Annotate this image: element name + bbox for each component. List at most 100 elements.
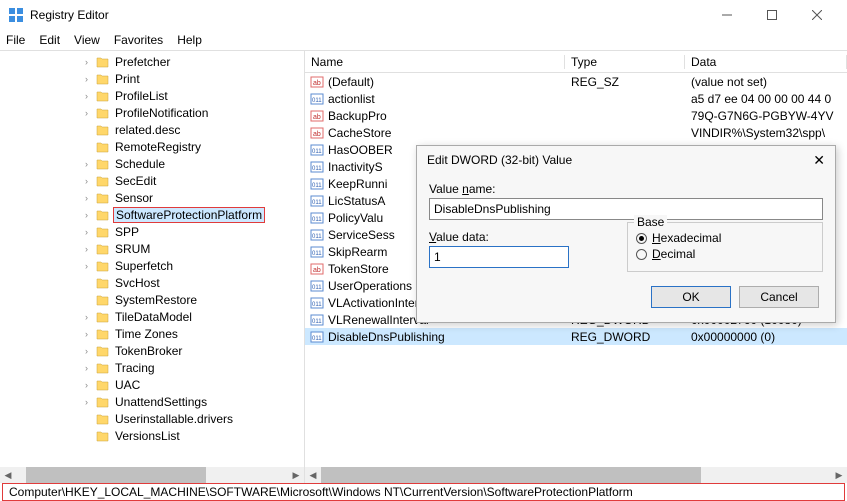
tree-item[interactable]: Userinstallable.drivers — [0, 410, 304, 427]
value-name: BackupPro — [328, 109, 387, 123]
menu-file[interactable]: File — [6, 33, 25, 47]
list-row[interactable]: ab(Default)REG_SZ(value not set) — [305, 73, 847, 90]
col-name[interactable]: Name — [305, 55, 565, 69]
value-icon: 011 — [309, 92, 325, 106]
tree-item-label: RemoteRegistry — [113, 140, 203, 154]
tree-item-label: SRUM — [113, 242, 152, 256]
valuedata-label: Value data: — [429, 230, 607, 244]
folder-icon — [95, 157, 111, 171]
dialog-close-button[interactable]: ✕ — [797, 152, 825, 169]
svg-text:011: 011 — [312, 149, 322, 155]
cancel-button[interactable]: Cancel — [739, 286, 819, 308]
app-icon — [8, 7, 24, 23]
tree-item[interactable]: VersionsList — [0, 427, 304, 444]
tree-item[interactable]: ›Tracing — [0, 359, 304, 376]
value-name: VLRenewalInterval — [328, 313, 429, 327]
value-icon: 011 — [309, 194, 325, 208]
svg-text:ab: ab — [313, 131, 321, 138]
tree-item[interactable]: SystemRestore — [0, 291, 304, 308]
svg-text:ab: ab — [313, 267, 321, 274]
tree-item[interactable]: ›Superfetch — [0, 257, 304, 274]
value-name: DisableDnsPublishing — [328, 330, 445, 344]
tree-item-label: TileDataModel — [113, 310, 194, 324]
menu-edit[interactable]: Edit — [39, 33, 60, 47]
tree-item[interactable]: ›TileDataModel — [0, 308, 304, 325]
folder-icon — [95, 242, 111, 256]
tree-item[interactable]: ›UAC — [0, 376, 304, 393]
value-data: a5 d7 ee 04 00 00 00 44 0 — [685, 92, 847, 106]
svg-text:011: 011 — [312, 217, 322, 223]
chevron-icon: › — [85, 74, 95, 84]
tree-item-label: Sensor — [113, 191, 155, 205]
value-icon: ab — [309, 75, 325, 89]
menu-view[interactable]: View — [74, 33, 100, 47]
tree-item[interactable]: ›ProfileNotification — [0, 104, 304, 121]
radio-decimal[interactable]: Decimal — [636, 247, 814, 261]
tree-item[interactable]: ›SecEdit — [0, 172, 304, 189]
list-row[interactable]: 011DisableDnsPublishing REG_DWORD0x000000… — [305, 328, 847, 345]
value-icon: ab — [309, 109, 325, 123]
svg-text:011: 011 — [312, 166, 322, 172]
value-data: 0x00000000 (0) — [685, 330, 847, 344]
maximize-button[interactable] — [749, 0, 794, 30]
folder-icon — [95, 208, 111, 222]
radio-hexadecimal[interactable]: Hexadecimal — [636, 231, 814, 245]
tree-hscrollbar[interactable]: ◀ ▶ — [0, 467, 304, 483]
tree-item[interactable]: ›SRUM — [0, 240, 304, 257]
menu-favorites[interactable]: Favorites — [114, 33, 163, 47]
tree-item[interactable]: SvcHost — [0, 274, 304, 291]
tree-item[interactable]: ›SPP — [0, 223, 304, 240]
value-name: LicStatusA — [328, 194, 385, 208]
tree-item-label: Prefetcher — [113, 55, 172, 69]
status-bar: Computer\HKEY_LOCAL_MACHINE\SOFTWARE\Mic… — [2, 483, 845, 501]
menu-help[interactable]: Help — [177, 33, 202, 47]
value-icon: ab — [309, 126, 325, 140]
tree-item-label: SoftwareProtectionPlatform — [113, 207, 265, 223]
tree-item[interactable]: ›ProfileList — [0, 87, 304, 104]
svg-text:011: 011 — [312, 302, 322, 308]
svg-text:011: 011 — [312, 285, 322, 291]
folder-icon — [95, 259, 111, 273]
folder-icon — [95, 378, 111, 392]
window-title: Registry Editor — [30, 8, 704, 22]
col-data[interactable]: Data — [685, 55, 847, 69]
list-row[interactable]: 011 actionlist a5 d7 ee 04 00 00 00 44 0 — [305, 90, 847, 107]
value-type: REG_DWORD — [565, 330, 685, 344]
minimize-button[interactable] — [704, 0, 749, 30]
folder-icon — [95, 412, 111, 426]
chevron-icon: › — [85, 193, 95, 203]
tree-item-label: Tracing — [113, 361, 157, 375]
value-icon: 011 — [309, 330, 325, 344]
tree-item-label: Print — [113, 72, 142, 86]
list-hscrollbar[interactable]: ◀ ▶ — [305, 467, 847, 483]
ok-button[interactable]: OK — [651, 286, 731, 308]
tree-item[interactable]: ›Time Zones — [0, 325, 304, 342]
value-icon: 011 — [309, 245, 325, 259]
tree-item[interactable]: related.desc — [0, 121, 304, 138]
tree-item[interactable]: ›Prefetcher — [0, 53, 304, 70]
value-name: PolicyValu — [328, 211, 383, 225]
svg-text:011: 011 — [312, 98, 322, 104]
value-name: TokenStore — [328, 262, 389, 276]
col-type[interactable]: Type — [565, 55, 685, 69]
value-name: actionlist — [328, 92, 375, 106]
valuename-input[interactable] — [429, 198, 823, 220]
close-button[interactable] — [794, 0, 839, 30]
tree-item[interactable]: ›Schedule — [0, 155, 304, 172]
folder-icon — [95, 225, 111, 239]
value-icon: 011 — [309, 313, 325, 327]
tree-item[interactable]: ›TokenBroker — [0, 342, 304, 359]
tree-item[interactable]: › SoftwareProtectionPlatform — [0, 206, 304, 223]
tree-item[interactable]: › Print — [0, 70, 304, 87]
tree-item[interactable]: ›UnattendSettings — [0, 393, 304, 410]
list-row[interactable]: abBackupPro79Q-G7N6G-PGBYW-4YV — [305, 107, 847, 124]
value-name: KeepRunni — [328, 177, 387, 191]
tree-item[interactable]: RemoteRegistry — [0, 138, 304, 155]
chevron-icon: › — [85, 210, 95, 220]
svg-text:ab: ab — [313, 80, 321, 87]
folder-icon — [95, 395, 111, 409]
base-group-label: Base — [634, 215, 667, 229]
tree-item[interactable]: › Sensor — [0, 189, 304, 206]
valuedata-input[interactable] — [429, 246, 569, 268]
list-row[interactable]: abCacheStoreVINDIR%\System32\spp\ — [305, 124, 847, 141]
